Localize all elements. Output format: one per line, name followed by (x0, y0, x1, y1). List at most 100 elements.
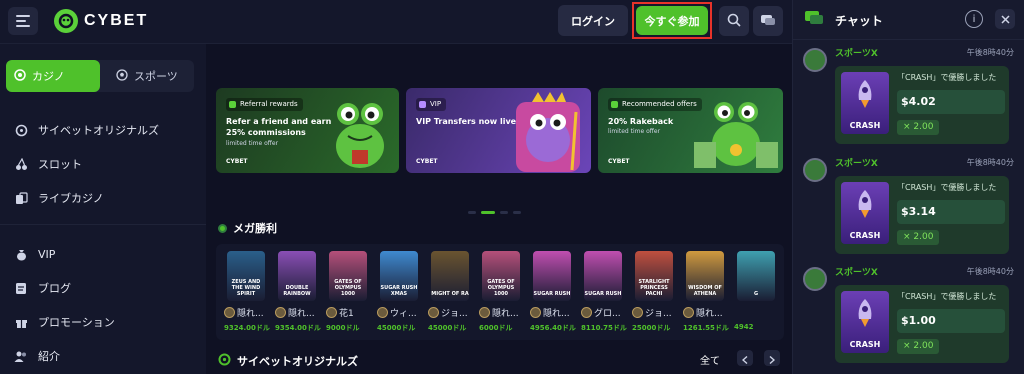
win-share-card[interactable]: CRASH 「CRASH」で優勝しました $4.02 × 2.00 (835, 66, 1009, 144)
sidebar-item-label: VIP (38, 247, 56, 261)
winner-name: ジョ... (645, 309, 672, 319)
win-text: 「CRASH」で優勝しました (897, 292, 997, 301)
rank-badge-icon (275, 307, 286, 318)
sidebar-item-live-casino[interactable]: ライブカジノ (14, 190, 104, 206)
win-amount: 4942 (734, 323, 754, 331)
game-thumbnail[interactable]: SUGAR RUSH (584, 251, 622, 301)
menu-icon (16, 12, 30, 31)
banner-referral[interactable]: Referral rewards Refer a friend and earn… (216, 88, 399, 173)
banner-vip[interactable]: VIP VIP Transfers now live CYBET (406, 88, 591, 173)
chat-username[interactable]: スポーツX (835, 156, 878, 169)
game-title: SUGAR RUSH (584, 291, 622, 297)
win-multiplier: × 2.00 (897, 120, 940, 135)
win-share-card[interactable]: CRASH 「CRASH」で優勝しました $1.00 × 2.00 (835, 285, 1009, 363)
rank-badge-icon (530, 307, 541, 318)
game-thumbnail[interactable]: STARLIGHT PRINCESS PACHI (635, 251, 673, 301)
sidebar-divider (0, 224, 206, 225)
brand-logo[interactable]: CYBET (54, 9, 148, 33)
banner-rakeback[interactable]: Recommended offers 20% Rakeback limited … (598, 88, 783, 173)
users-icon (14, 349, 28, 363)
originals-heading: サイベットオリジナルズ (218, 353, 358, 369)
game-tile[interactable]: SUGAR RUSH XMAS ウィ... 45000ドル (377, 251, 423, 339)
game-thumbnail[interactable]: MIGHT OF RA (431, 251, 469, 301)
next-page-button[interactable] (764, 350, 780, 366)
crash-game-icon: CRASH (841, 182, 889, 244)
cherries-icon (14, 157, 28, 171)
game-thumbnail[interactable]: GATES OF OLYMPUS 1000 (329, 251, 367, 301)
casino-sports-switch: カジノ スポーツ (6, 60, 194, 92)
game-title: STARLIGHT PRINCESS PACHI (638, 279, 670, 297)
sidebar-item-slots[interactable]: スロット (14, 156, 82, 172)
carousel-dot[interactable] (513, 211, 521, 214)
carousel-dot[interactable] (468, 211, 476, 214)
game-thumbnail[interactable]: SUGAR RUSH (533, 251, 571, 301)
join-now-button[interactable]: 今すぐ参加 (636, 6, 708, 35)
win-multiplier: × 2.00 (897, 230, 940, 245)
win-amount: $3.14 (897, 200, 1005, 224)
avatar[interactable] (803, 158, 827, 182)
chevron-right-icon (769, 349, 776, 368)
game-tile[interactable]: SUGAR RUSH 隠れ... 4956.40ドル (530, 251, 576, 339)
game-thumbnail[interactable]: G (737, 251, 775, 301)
win-text: 「CRASH」で優勝しました (897, 73, 997, 82)
gamepad-icon (14, 123, 28, 137)
banner-subtitle: limited time offer (608, 128, 661, 135)
game-thumbnail[interactable]: SUGAR RUSH XMAS (380, 251, 418, 301)
info-icon[interactable]: i (965, 10, 983, 28)
win-amount: 45000ドル (428, 324, 467, 332)
game-tile[interactable]: WISDOM OF ATHENA 隠れ... 1261.55ドル (683, 251, 729, 339)
sidebar-item-blog[interactable]: ブログ (14, 280, 71, 296)
view-all-button[interactable]: 全て (700, 352, 720, 367)
sidebar-item-label: 紹介 (38, 350, 60, 363)
game-tile[interactable]: MIGHT OF RA ジョ... 45000ドル (428, 251, 474, 339)
game-tile[interactable]: ZEUS AND THE WIND SPIRIT 隠れ... 9324.00ドル (224, 251, 270, 339)
winner-user: 隠れ... (275, 306, 327, 319)
game-tile[interactable]: GATES OF OLYMPUS 1000 隠れ... 6000ドル (479, 251, 525, 339)
chat-username[interactable]: スポーツX (835, 46, 878, 59)
win-share-card[interactable]: CRASH 「CRASH」で優勝しました $3.14 × 2.00 (835, 176, 1009, 254)
close-chat-button[interactable] (995, 9, 1015, 29)
winner-user: 花1 (326, 306, 378, 319)
login-button[interactable]: ログイン (558, 5, 628, 36)
soccer-ball-icon (116, 68, 128, 84)
sidebar-item-referral[interactable]: 紹介 (14, 348, 60, 364)
win-amount: 9000ドル (326, 324, 360, 332)
game-tile[interactable]: G 4942 (734, 251, 780, 339)
game-tile[interactable]: DOUBLE RAINBOW 隠れ... 9354.00ドル (275, 251, 321, 339)
game-thumbnail[interactable]: ZEUS AND THE WIND SPIRIT (227, 251, 265, 301)
sidebar-item-originals[interactable]: サイベットオリジナルズ (14, 122, 159, 138)
sidebar-item-vip[interactable]: VIP (14, 247, 55, 261)
banner-brand: CYBET (226, 158, 248, 165)
sidebar-item-label: サイベットオリジナルズ (38, 124, 159, 137)
game-title: MIGHT OF RA (431, 291, 469, 297)
mega-wins-heading: メガ勝利 (218, 220, 277, 236)
banner-tag: VIP (416, 98, 447, 111)
menu-toggle-button[interactable] (8, 7, 38, 35)
game-thumbnail[interactable]: DOUBLE RAINBOW (278, 251, 316, 301)
chat-header: チャット i (793, 0, 1024, 40)
game-thumbnail[interactable]: GATES OF OLYMPUS 1000 (482, 251, 520, 301)
win-amount: $1.00 (897, 309, 1005, 333)
sidebar-item-promotions[interactable]: プロモーション (14, 314, 115, 330)
game-tile[interactable]: SUGAR RUSH グロ... 8110.75ドル (581, 251, 627, 339)
game-tile[interactable]: STARLIGHT PRINCESS PACHI ジョ... 25000ドル (632, 251, 678, 339)
banner-tag: Referral rewards (226, 98, 303, 111)
game-tile[interactable]: GATES OF OLYMPUS 1000 花1 9000ドル (326, 251, 372, 339)
avatar[interactable] (803, 267, 827, 291)
carousel-dot-active[interactable] (481, 211, 495, 214)
search-button[interactable] (719, 6, 749, 36)
cards-icon (14, 191, 28, 205)
carousel-dot[interactable] (500, 211, 508, 214)
carousel-dots[interactable] (468, 211, 521, 214)
tab-casino[interactable]: カジノ (6, 60, 100, 92)
avatar[interactable] (803, 48, 827, 72)
tab-sports[interactable]: スポーツ (106, 60, 194, 92)
money-frog-mascot-icon (694, 102, 778, 168)
winner-user: ウィ... (377, 306, 429, 319)
sidebar-item-label: ライブカジノ (38, 192, 104, 205)
tab-sports-label: スポーツ (134, 70, 178, 83)
chat-username[interactable]: スポーツX (835, 265, 878, 278)
game-thumbnail[interactable]: WISDOM OF ATHENA (686, 251, 724, 301)
prev-page-button[interactable] (737, 350, 753, 366)
chat-toggle-button[interactable] (753, 6, 783, 36)
